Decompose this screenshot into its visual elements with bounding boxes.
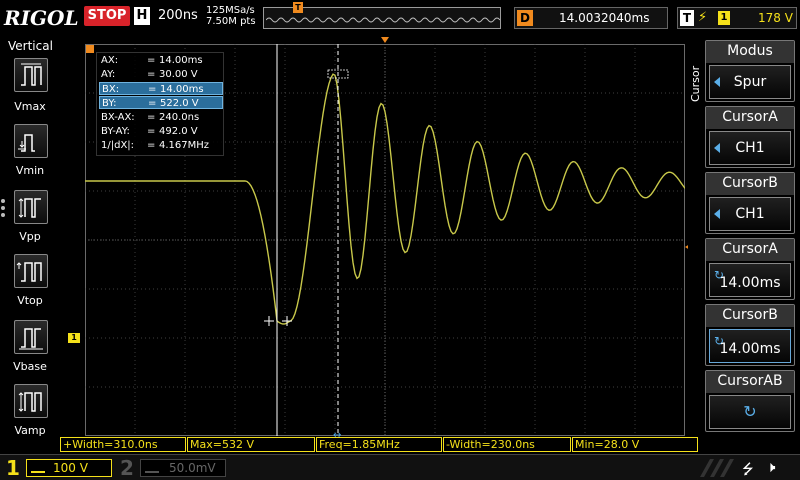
measurement-item[interactable]: -Width=230.0ns [443,437,571,452]
ch1-scale-box[interactable]: 100 V [26,459,112,477]
acquisition-info: 125MSa/s 7.50M pts [206,5,256,27]
cursor-a-source-button[interactable]: CursorA CH1 [705,106,795,168]
vmin-label: Vmin [15,164,45,177]
cursor-a-position-button[interactable]: CursorA ↻ 14.00ms [705,238,795,300]
horizontal-timebase[interactable]: H 200ns [134,6,202,28]
trigger-readout[interactable]: T ⚡ 1 178 V [677,7,797,29]
top-status-bar: RIGOL STOP H 200ns 125MSa/s 7.50M pts T … [0,0,800,36]
modus-button[interactable]: Modus Spur [705,40,795,102]
vbase-label: Vbase [13,360,47,373]
memory-depth: 7.50M pts [206,16,256,27]
ch2-scale-box[interactable]: 50.0mV [140,459,226,477]
timeline-waveform [266,17,500,23]
vmax-icon [21,63,42,86]
status-stripe-decoration [700,459,734,477]
modus-value-box[interactable]: Spur [709,65,791,99]
knob-icon: ↻ [743,402,757,421]
vtop-button[interactable] [14,254,48,288]
trigger-label: T [680,10,694,26]
ch2-scale: 50.0mV [169,461,216,475]
speaker-muted-icon[interactable]: 🕨 [766,458,775,476]
vpp-label: Vpp [19,230,41,243]
cursor-a-source-title: CursorA [706,107,794,129]
cursor-ab-button[interactable]: CursorAB ↻ [705,370,795,432]
trigger-source: 1 [718,11,730,25]
usb-icon: ⭍ [742,462,754,478]
sidebar-title: Vertical [8,39,53,53]
cursor-b-source-button[interactable]: CursorB CH1 [705,172,795,234]
readout-row-ay: AY: = 30.00 V [101,69,198,80]
cursor-b-source-title: CursorB [706,173,794,195]
measurement-item[interactable]: Max=532 V [187,437,315,452]
measurement-item[interactable]: Freq=1.85MHz [316,437,442,452]
ch2-number[interactable]: 2 [120,456,134,480]
corner-marker [86,45,94,53]
sample-rate: 125MSa/s [206,5,255,16]
rigol-logo: RIGOL [4,6,79,30]
cursor-b-source-value: CH1 [735,206,765,222]
cursor-b-position-box[interactable]: ↻ 14.00ms [709,329,791,363]
vtop-label: Vtop [17,294,43,307]
cursor-b-source-box[interactable]: CH1 [709,197,791,231]
measurement-bar: +Width=310.0ns Max=532 V Freq=1.85MHz -W… [60,437,700,453]
run-stop-indicator[interactable]: STOP [84,6,130,26]
cursor-readout-panel: AX: = 14.00ms AY: = 30.00 V BX: = 14.00ms BY: =… [96,52,224,156]
cursor-b-position-button[interactable]: CursorB ↻ 14.00ms [705,304,795,366]
delay-readout[interactable]: D 14.0032040ms [514,7,668,29]
trigger-position-marker[interactable]: T [293,2,303,13]
vmin-button[interactable] [14,124,48,158]
cursor-b-position-value: 14.00ms [719,341,781,357]
ch1-number[interactable]: 1 [6,456,20,480]
trigger-time-marker-icon[interactable] [381,37,389,43]
channel-status-bar: 1 100 V 2 50.0mV ⭍ 🕨 [0,454,800,480]
readout-row-bx-ax: BX-AX: = 240.0ns [101,112,200,123]
page-dots [0,196,6,220]
vmax-label: Vmax [14,100,46,113]
trigger-level: 178 V [758,11,793,25]
cursor-a-source-box[interactable]: CH1 [709,131,791,165]
cursor-a-position-title: CursorA [706,239,794,261]
rising-edge-icon: ⚡ [698,10,708,25]
readout-row-by-ay: BY-AY: = 492.0 V [101,126,198,137]
cursor-a-position-box[interactable]: ↻ 14.00ms [709,263,791,297]
vmin-icon [18,134,35,152]
readout-row-freq: 1/|dX|: = 4.167MHz [101,140,210,151]
vbase-icon [19,328,43,350]
vtop-icon [16,262,42,282]
measurement-item[interactable]: +Width=310.0ns [60,437,186,452]
modus-title: Modus [706,41,794,63]
dc-coupling-icon [145,463,159,473]
vamp-label: Vamp [14,424,46,437]
dc-coupling-icon [31,463,45,473]
cursor-a-source-value: CH1 [735,140,765,156]
cursor-ab-box[interactable]: ↻ [709,395,791,429]
delay-label: D [517,10,533,26]
vamp-button[interactable] [14,384,48,418]
readout-row-bx: BX: = 14.00ms [99,82,223,95]
cursor-ab-title: CursorAB [706,371,794,393]
horizontal-label: H [134,7,150,25]
readout-row-ax: AX: = 14.00ms [101,55,203,66]
menu-side-title: Cursor [689,65,702,102]
modus-value: Spur [733,74,767,90]
timebase-value: 200ns [158,8,198,23]
delay-value: 14.0032040ms [559,11,650,25]
measurement-item[interactable]: Min=28.0 V [572,437,698,452]
vbase-button[interactable] [14,320,48,354]
cursor-b-position-title: CursorB [706,305,794,327]
ch1-scale: 100 V [53,461,88,475]
vmax-button[interactable] [14,58,48,92]
cursor-a-position-value: 14.00ms [719,275,781,291]
ch1-ground-marker[interactable]: 1 [68,333,80,343]
readout-row-by: BY: = 522.0 V [99,96,223,109]
vpp-button[interactable] [14,190,48,224]
measure-sidebar: Vertical Vmax Vmin Vpp Vtop Vbase Vamp [0,36,60,454]
vpp-icon [18,198,41,218]
vamp-icon [18,392,42,412]
